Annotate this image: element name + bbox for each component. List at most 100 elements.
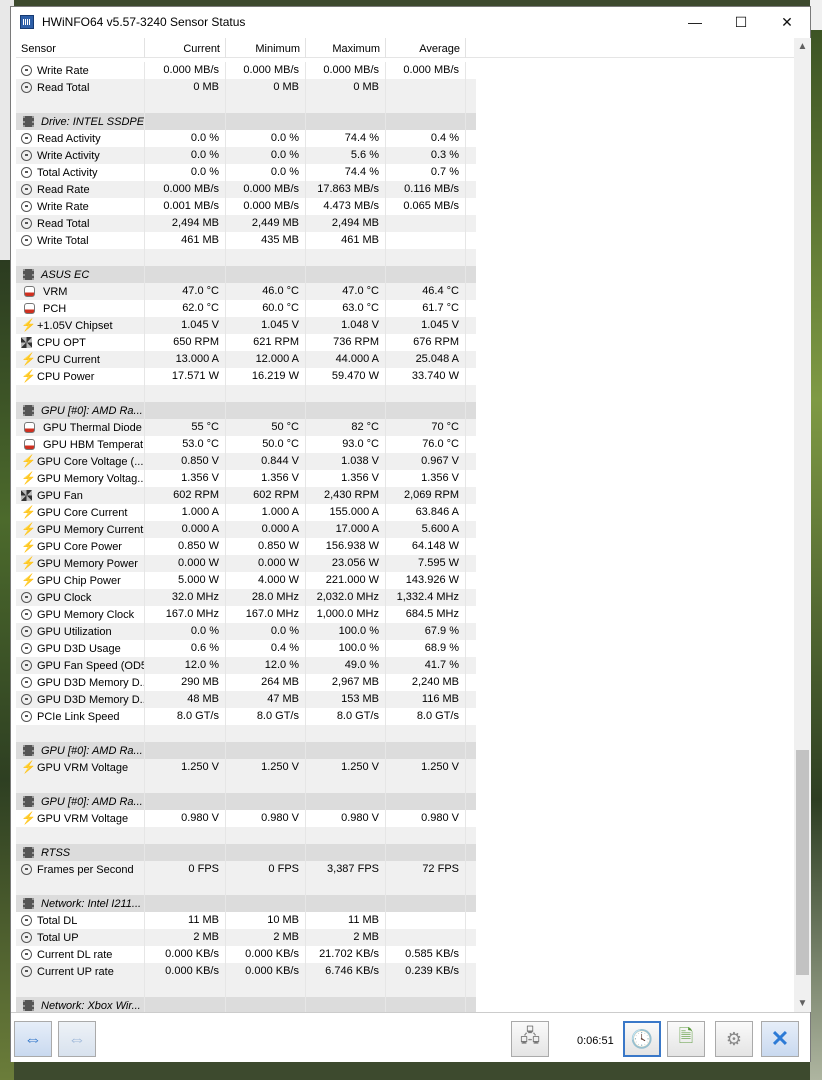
vertical-scrollbar[interactable]: ▲ ▼ xyxy=(794,38,811,1012)
sensor-row[interactable]: GPU Utilization 0.0 % 0.0 % 100.0 % 67.9 % xyxy=(16,623,476,640)
sensor-row[interactable]: ⚡ GPU Memory Current 0.000 A 0.000 A 17.000 … xyxy=(16,521,476,538)
gauge-icon xyxy=(21,626,32,637)
sensor-status-window: HWiNFO64 v5.57-3240 Sensor Status — ☐ ✕ … xyxy=(10,6,811,1062)
column-header-filler xyxy=(466,38,794,58)
collapse-columns-button[interactable]: ⇔ xyxy=(58,1021,96,1057)
average-value: 41.7 % xyxy=(386,657,466,674)
minimum-value: 47 MB xyxy=(226,691,306,708)
sensor-row[interactable]: GPU D3D Usage 0.6 % 0.4 % 100.0 % 68.9 % xyxy=(16,640,476,657)
minimum-value: 0.0 % xyxy=(226,623,306,640)
sensor-group-header[interactable]: ASUS EC xyxy=(16,266,476,283)
minimum-value: 1.250 V xyxy=(226,759,306,776)
column-header-sensor[interactable]: Sensor xyxy=(16,38,145,58)
sensor-name-cell: ⚡ GPU VRM Voltage xyxy=(16,810,145,827)
minimum-value: 0.000 W xyxy=(226,555,306,572)
sensor-table: Sensor Current Minimum Maximum Average W… xyxy=(16,38,794,1012)
maximize-button[interactable]: ☐ xyxy=(718,7,764,37)
sensor-name-cell: ⚡ GPU Core Current xyxy=(16,504,145,521)
maximum-value: 1.250 V xyxy=(306,759,386,776)
group-empty-cell xyxy=(226,895,306,912)
sensor-row[interactable]: PCH 62.0 °C 60.0 °C 63.0 °C 61.7 °C xyxy=(16,300,476,317)
group-empty-cell xyxy=(145,113,226,130)
sensor-row[interactable]: ⚡ GPU VRM Voltage 0.980 V 0.980 V 0.980 V 0.9… xyxy=(16,810,476,827)
close-window-button[interactable]: ✕ xyxy=(764,7,810,37)
sensor-row[interactable]: Read Rate 0.000 MB/s 0.000 MB/s 17.863 MB/s… xyxy=(16,181,476,198)
clock-icon: 🕓 xyxy=(630,1028,654,1049)
sensor-group-header[interactable]: GPU [#0]: AMD Ra... xyxy=(16,742,476,759)
sensor-row[interactable]: VRM 47.0 °C 46.0 °C 47.0 °C 46.4 °C xyxy=(16,283,476,300)
column-header-minimum[interactable]: Minimum xyxy=(226,38,306,58)
maximum-value: 63.0 °C xyxy=(306,300,386,317)
lightning-icon: ⚡ xyxy=(21,505,36,519)
sensor-row[interactable]: ⚡ GPU Core Current 1.000 A 1.000 A 155.000 A… xyxy=(16,504,476,521)
minimum-value: 28.0 MHz xyxy=(226,589,306,606)
logging-button[interactable]: 🗎 xyxy=(667,1021,705,1057)
sensor-name: GPU Fan xyxy=(37,489,83,502)
sensor-row[interactable]: Write Rate 0.000 MB/s 0.000 MB/s 0.000 MB/s… xyxy=(16,62,476,79)
scroll-down-arrow-icon[interactable]: ▼ xyxy=(794,995,811,1012)
spacer-cell xyxy=(226,980,306,997)
sensor-row[interactable]: GPU Fan 602 RPM 602 RPM 2,430 RPM 2,069 RPM xyxy=(16,487,476,504)
sensor-row[interactable]: Total DL 11 MB 10 MB 11 MB xyxy=(16,912,476,929)
sensor-row[interactable]: Read Total 2,494 MB 2,449 MB 2,494 MB xyxy=(16,215,476,232)
column-header-maximum[interactable]: Maximum xyxy=(306,38,386,58)
sensor-group-header[interactable]: Drive: INTEL SSDPE... xyxy=(16,113,476,130)
sensor-row[interactable]: GPU Clock 32.0 MHz 28.0 MHz 2,032.0 MHz 1,33… xyxy=(16,589,476,606)
sensor-row[interactable]: Write Total 461 MB 435 MB 461 MB xyxy=(16,232,476,249)
sensor-row[interactable]: Read Activity 0.0 % 0.0 % 74.4 % 0.4 % xyxy=(16,130,476,147)
sensor-row[interactable]: Total Activity 0.0 % 0.0 % 74.4 % 0.7 % xyxy=(16,164,476,181)
sensor-name: GPU Memory Power xyxy=(37,557,138,570)
sensor-row[interactable]: CPU OPT 650 RPM 621 RPM 736 RPM 676 RPM xyxy=(16,334,476,351)
sensor-row[interactable]: Total UP 2 MB 2 MB 2 MB xyxy=(16,929,476,946)
sensor-row[interactable]: ⚡ +1.05V Chipset 1.045 V 1.045 V 1.048 V 1.04… xyxy=(16,317,476,334)
sensor-row[interactable]: GPU Thermal Diode 55 °C 50 °C 82 °C 70 °C xyxy=(16,419,476,436)
sensor-row[interactable]: Current DL rate 0.000 KB/s 0.000 KB/s 21.70… xyxy=(16,946,476,963)
sensor-group-header[interactable]: Network: Intel I211... xyxy=(16,895,476,912)
sensor-name-cell: ⚡ GPU Memory Power xyxy=(16,555,145,572)
spacer-cell xyxy=(226,96,306,113)
scroll-up-arrow-icon[interactable]: ▲ xyxy=(794,38,811,55)
sensor-row[interactable]: ⚡ GPU Core Power 0.850 W 0.850 W 156.938 W 64… xyxy=(16,538,476,555)
network-sensor-button[interactable]: 🖧 xyxy=(511,1021,549,1057)
sensor-row[interactable]: ⚡ GPU Chip Power 5.000 W 4.000 W 221.000 W 14… xyxy=(16,572,476,589)
sensor-row[interactable]: ⚡ GPU Memory Power 0.000 W 0.000 W 23.056 W7… xyxy=(16,555,476,572)
expand-columns-button[interactable]: ⇔ xyxy=(14,1021,52,1057)
sensor-name: GPU Clock xyxy=(37,591,92,604)
close-sensors-button[interactable]: ✕ xyxy=(761,1021,799,1057)
column-header-current[interactable]: Current xyxy=(145,38,226,58)
sensor-row[interactable]: ⚡ GPU VRM Voltage 1.250 V 1.250 V 1.250 V 1.2… xyxy=(16,759,476,776)
scrollbar-thumb[interactable] xyxy=(796,750,809,975)
settings-button[interactable]: ⚙ xyxy=(715,1021,753,1057)
gauge-icon xyxy=(21,643,32,654)
group-empty-cell xyxy=(386,895,466,912)
sensor-group-header[interactable]: RTSS xyxy=(16,844,476,861)
sensor-row[interactable]: GPU HBM Temperat... 53.0 °C 50.0 °C 93.0 °C… xyxy=(16,436,476,453)
sensor-row[interactable]: Current UP rate 0.000 KB/s 0.000 KB/s 6.746… xyxy=(16,963,476,980)
sensor-row[interactable]: ⚡ CPU Current 13.000 A 12.000 A 44.000 A 25.0… xyxy=(16,351,476,368)
sensor-row[interactable]: GPU Fan Speed (OD5) 12.0 % 12.0 % 49.0 % 41.… xyxy=(16,657,476,674)
sensor-row[interactable]: Write Activity 0.0 % 0.0 % 5.6 % 0.3 % xyxy=(16,147,476,164)
sensor-row[interactable]: ⚡ GPU Core Voltage (... 0.850 V 0.844 V 1.03… xyxy=(16,453,476,470)
sensor-row[interactable]: Read Total 0 MB 0 MB 0 MB xyxy=(16,79,476,96)
sensor-row[interactable]: Write Rate 0.001 MB/s 0.000 MB/s 4.473 MB/s… xyxy=(16,198,476,215)
group-empty-cell xyxy=(386,113,466,130)
sensor-group-header[interactable]: Network: Xbox Wir... xyxy=(16,997,476,1012)
minimum-value: 0.000 MB/s xyxy=(226,62,306,79)
sensor-row[interactable]: GPU D3D Memory D... 290 MB 264 MB 2,967 MB 2… xyxy=(16,674,476,691)
sensor-name-cell: Read Total xyxy=(16,79,145,96)
sensor-row[interactable]: PCIe Link Speed 8.0 GT/s 8.0 GT/s 8.0 GT/s 8… xyxy=(16,708,476,725)
reset-timer-button[interactable]: 🕓 xyxy=(623,1021,661,1057)
sensor-row[interactable]: GPU D3D Memory D... 48 MB 47 MB 153 MB 116 M… xyxy=(16,691,476,708)
sensor-name-cell: GPU HBM Temperat... xyxy=(16,436,145,453)
sensor-group-header[interactable]: GPU [#0]: AMD Ra... xyxy=(16,402,476,419)
sensor-row[interactable]: ⚡ CPU Power 17.571 W 16.219 W 59.470 W 33.740… xyxy=(16,368,476,385)
minimum-value: 0.000 KB/s xyxy=(226,963,306,980)
minimize-button[interactable]: — xyxy=(672,7,718,37)
group-empty-cell xyxy=(306,402,386,419)
sensor-row[interactable]: ⚡ GPU Memory Voltag... 1.356 V 1.356 V 1.356… xyxy=(16,470,476,487)
sensor-group-header[interactable]: GPU [#0]: AMD Ra... xyxy=(16,793,476,810)
sensor-row[interactable]: GPU Memory Clock 167.0 MHz 167.0 MHz 1,000.… xyxy=(16,606,476,623)
column-header-average[interactable]: Average xyxy=(386,38,466,58)
current-value: 0.000 KB/s xyxy=(145,963,226,980)
sensor-row[interactable]: Frames per Second 0 FPS 0 FPS 3,387 FPS 72 F… xyxy=(16,861,476,878)
